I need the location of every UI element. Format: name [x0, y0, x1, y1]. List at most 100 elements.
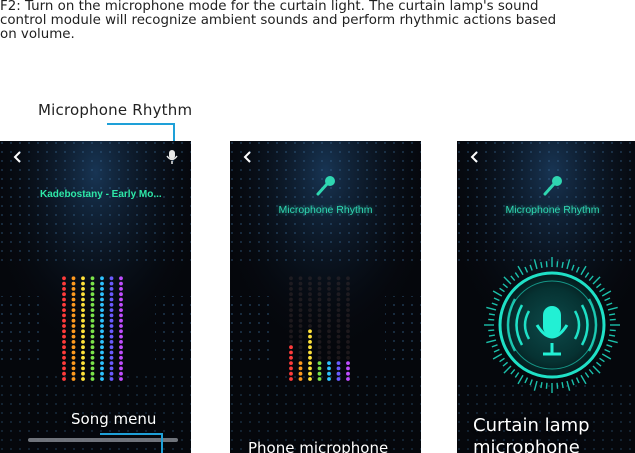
led-dot: [317, 313, 322, 318]
led-dot: [119, 324, 123, 328]
led-dot: [90, 340, 95, 344]
microphone-icon[interactable]: [165, 148, 179, 166]
curtain-lamp-microphone-label: Curtain lamp microphone: [473, 415, 590, 453]
led-dot: [81, 361, 85, 365]
led-dot: [336, 340, 341, 344]
back-icon[interactable]: [11, 148, 25, 166]
led-dot: [119, 371, 123, 376]
led-dot: [308, 318, 312, 323]
led-dot: [62, 350, 66, 355]
led-dot: [308, 297, 312, 302]
phone-screen-curtain-lamp-microphone: Microphone Rhythm Curtain lamp microphon…: [457, 141, 635, 453]
led-dot: [90, 350, 95, 355]
led-dot: [62, 297, 66, 302]
led-dot: [298, 361, 303, 365]
led-dot: [346, 276, 350, 281]
back-icon[interactable]: [468, 148, 482, 166]
led-dot: [327, 302, 331, 307]
led-dot: [81, 297, 85, 302]
led-dot: [346, 318, 350, 323]
led-dot: [119, 340, 123, 344]
ring-tick: [556, 382, 559, 389]
led-dot: [289, 324, 293, 328]
led-dot: [336, 377, 341, 381]
led-dot: [71, 329, 76, 334]
led-dot: [62, 318, 66, 323]
led-dot: [90, 292, 95, 297]
led-dot: [62, 281, 66, 286]
song-menu-leader-line: [100, 433, 162, 435]
led-dot: [81, 345, 85, 350]
led-dot: [289, 334, 293, 339]
led-dot: [308, 366, 312, 371]
led-dot: [119, 350, 123, 355]
led-dot: [327, 377, 331, 381]
led-dot: [109, 297, 114, 302]
song-title[interactable]: Kadebostany - Early Mo...: [40, 189, 162, 200]
led-dot: [289, 287, 293, 291]
led-dot: [90, 308, 95, 312]
led-dot: [100, 324, 104, 328]
led-dot: [100, 318, 104, 323]
led-dot: [327, 345, 331, 350]
led-dot: [327, 350, 331, 355]
back-icon[interactable]: [241, 148, 255, 166]
led-dot: [336, 361, 341, 365]
led-dot: [62, 329, 66, 334]
microphone-glow-icon: [316, 176, 335, 196]
led-dot: [100, 329, 104, 334]
led-dot: [327, 281, 331, 286]
song-menu-leader-line-vertical: [161, 433, 163, 453]
led-dot: [62, 340, 66, 344]
led-dot: [119, 345, 123, 350]
led-dot: [81, 340, 85, 344]
led-dot: [62, 366, 66, 371]
led-dot: [62, 276, 66, 281]
led-dot: [289, 345, 293, 350]
led-dot: [289, 355, 293, 360]
led-dot: [109, 366, 114, 371]
led-dot: [81, 287, 85, 291]
led-dot: [289, 318, 293, 323]
led-dot: [336, 371, 341, 376]
ring-tick: [545, 261, 548, 268]
led-dot: [327, 371, 331, 376]
led-dot: [289, 276, 293, 281]
led-dot: [308, 350, 312, 355]
led-dot: [100, 276, 104, 281]
led-dot: [336, 324, 341, 328]
led-dot: [81, 371, 85, 376]
led-dot: [62, 302, 66, 307]
led-dot: [109, 334, 114, 339]
led-dot: [308, 355, 312, 360]
led-dot: [289, 292, 293, 297]
led-dot: [119, 366, 123, 371]
led-dot: [90, 281, 95, 286]
led-dot: [317, 345, 322, 350]
ring-tick: [609, 318, 616, 321]
curtain-lamp-label-line-2: microphone: [473, 437, 580, 453]
led-dot: [298, 355, 303, 360]
led-dot: [327, 292, 331, 297]
led-dot: [119, 308, 123, 312]
led-dot: [71, 340, 76, 344]
led-dot: [308, 324, 312, 328]
led-dot: [317, 361, 322, 365]
led-dot: [289, 297, 293, 302]
led-dot: [289, 308, 293, 312]
led-dot: [119, 302, 123, 307]
led-dot: [327, 366, 331, 371]
led-dot: [298, 324, 303, 328]
led-dot: [71, 377, 76, 381]
led-dot: [289, 340, 293, 344]
led-dot: [308, 302, 312, 307]
led-dot: [298, 350, 303, 355]
song-progress-bar[interactable]: [28, 438, 178, 442]
led-dot: [336, 292, 341, 297]
led-dot: [100, 377, 104, 381]
led-dot: [308, 334, 312, 339]
led-dot: [317, 292, 322, 297]
led-dot: [298, 371, 303, 376]
led-dot: [327, 287, 331, 291]
led-dot: [327, 297, 331, 302]
